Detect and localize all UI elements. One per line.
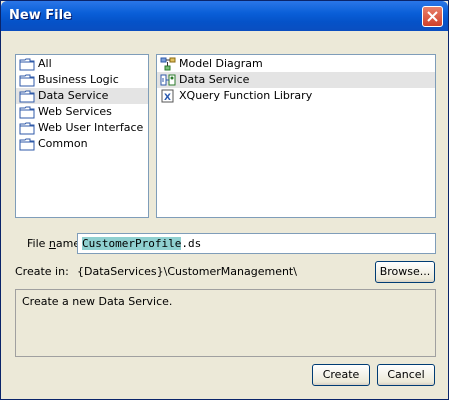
close-icon bbox=[427, 11, 438, 22]
file-type-list[interactable]: Model Diagram Data Service X XQuery Functio… bbox=[156, 54, 436, 218]
category-item-label: Web User Interface bbox=[38, 121, 144, 134]
category-item-common[interactable]: Common bbox=[16, 136, 148, 152]
description-text: Create a new Data Service. bbox=[22, 295, 173, 308]
file-type-item-xquery-function-library[interactable]: X XQuery Function Library bbox=[157, 88, 435, 104]
file-type-item-model-diagram[interactable]: Model Diagram bbox=[157, 56, 435, 72]
folder-icon bbox=[19, 57, 35, 71]
create-button[interactable]: Create bbox=[312, 364, 370, 386]
file-name-label: File name: bbox=[27, 237, 84, 250]
browse-button[interactable]: Browse... bbox=[375, 261, 435, 283]
file-type-item-label: XQuery Function Library bbox=[179, 89, 313, 102]
file-name-selected-text: CustomerProfile bbox=[82, 237, 182, 250]
dialog-title: New File bbox=[9, 8, 72, 23]
category-item-all[interactable]: All bbox=[16, 56, 148, 72]
model-diagram-icon bbox=[160, 57, 176, 71]
category-item-label: Web Services bbox=[38, 105, 112, 118]
xquery-function-library-icon: X bbox=[160, 89, 176, 103]
file-type-item-data-service[interactable]: Data Service bbox=[157, 72, 435, 88]
category-item-label: Data Service bbox=[38, 89, 109, 102]
svg-text:X: X bbox=[164, 93, 171, 103]
file-name-input[interactable]: CustomerProfile.ds bbox=[77, 233, 436, 254]
title-bar[interactable]: New File bbox=[1, 1, 448, 31]
create-in-label: Create in: bbox=[15, 265, 69, 278]
folder-icon bbox=[19, 89, 35, 103]
category-list[interactable]: All Business Logic Data Service Web Service… bbox=[15, 54, 149, 218]
category-item-web-user-interface[interactable]: Web User Interface bbox=[16, 120, 148, 136]
folder-icon bbox=[19, 137, 35, 151]
category-item-data-service[interactable]: Data Service bbox=[16, 88, 148, 104]
data-service-icon bbox=[160, 73, 176, 87]
file-type-item-label: Data Service bbox=[179, 73, 250, 86]
close-button[interactable] bbox=[422, 6, 443, 27]
new-file-dialog: New File All Business Logic Data Service We… bbox=[0, 0, 449, 400]
create-in-path: {DataServices}\CustomerManagement\ bbox=[77, 265, 297, 278]
category-item-business-logic[interactable]: Business Logic bbox=[16, 72, 148, 88]
folder-icon bbox=[19, 121, 35, 135]
folder-icon bbox=[19, 73, 35, 87]
category-item-label: All bbox=[38, 57, 52, 70]
category-item-label: Business Logic bbox=[38, 73, 119, 86]
file-type-item-label: Model Diagram bbox=[179, 57, 263, 70]
category-item-label: Common bbox=[38, 137, 88, 150]
cancel-button[interactable]: Cancel bbox=[377, 364, 435, 386]
folder-icon bbox=[19, 105, 35, 119]
file-name-extension: .ds bbox=[181, 237, 202, 250]
description-box: Create a new Data Service. bbox=[15, 289, 436, 357]
category-item-web-services[interactable]: Web Services bbox=[16, 104, 148, 120]
